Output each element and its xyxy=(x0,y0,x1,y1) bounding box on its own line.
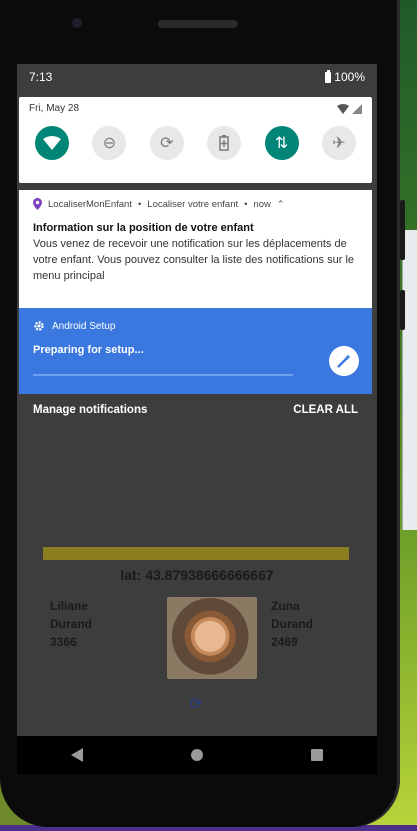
notification-title: Information sur la position de votre enf… xyxy=(33,222,254,234)
mobile-data-icon: ⇅ xyxy=(274,135,289,152)
phone-frame: 7:13 100% Fri, May 28 ⊖ ⟳ ⇅ ✈ LocaliserM… xyxy=(0,0,405,827)
gear-icon xyxy=(34,321,44,331)
do-not-disturb-icon: ⊖ xyxy=(102,135,117,152)
back-button-icon[interactable] xyxy=(71,748,83,762)
location-notification[interactable]: LocaliserMonEnfant • Localiser votre enf… xyxy=(19,190,372,308)
notification-subtitle: Localiser votre enfant xyxy=(147,198,239,210)
app-header-bar xyxy=(43,547,349,560)
status-time: 7:13 xyxy=(29,70,53,84)
mobile-data-tile[interactable]: ⇅ xyxy=(264,126,299,160)
notification-time: now xyxy=(253,198,271,210)
clear-all-button[interactable]: CLEAR ALL xyxy=(293,404,358,416)
airplane-icon: ✈ xyxy=(332,135,346,152)
app-content: lat: 43.87938666666667 Liliane Durand 33… xyxy=(17,544,377,736)
quick-settings-tiles: ⊖ ⟳ ⇅ ✈ xyxy=(19,114,372,160)
background-window-edge xyxy=(402,230,417,530)
setup-progress-bar xyxy=(33,374,293,376)
child-id: 2469 xyxy=(271,635,298,649)
notification-body: Vous venez de recevoir une notification … xyxy=(33,238,355,282)
setup-notification-header: Android Setup xyxy=(19,308,372,332)
quick-settings-panel: Fri, May 28 ⊖ ⟳ ⇅ ✈ xyxy=(19,97,372,183)
location-pin-icon xyxy=(33,198,42,210)
header-separator: • xyxy=(244,198,248,210)
battery-saver-icon xyxy=(219,135,229,151)
notification-shade-footer: Manage notifications CLEAR ALL xyxy=(19,404,372,416)
child-first-name: Zuna xyxy=(271,599,300,613)
latitude-label: lat: 43.87938666666667 xyxy=(120,567,274,583)
wifi-tile[interactable] xyxy=(35,126,69,160)
home-button-icon[interactable] xyxy=(191,749,203,761)
earpiece-speaker xyxy=(158,20,238,28)
child-first-name: Liliane xyxy=(50,599,89,613)
auto-rotate-tile[interactable]: ⟳ xyxy=(149,126,184,160)
magic-wand-icon[interactable] xyxy=(329,346,359,376)
status-bar: 7:13 100% xyxy=(17,64,377,90)
child-photo[interactable] xyxy=(167,597,257,679)
chevron-up-icon[interactable]: ⌃ xyxy=(277,199,285,210)
child-card-right[interactable]: Zuna Durand 2469 xyxy=(271,597,313,651)
notification-header: LocaliserMonEnfant • Localiser votre enf… xyxy=(19,190,372,210)
setup-notification-title: Preparing for setup... xyxy=(33,344,144,356)
battery-icon xyxy=(325,69,332,83)
wifi-icon xyxy=(43,136,61,150)
child-last-name: Durand xyxy=(271,617,313,631)
navigation-bar xyxy=(17,736,377,774)
notification-app-name: LocaliserMonEnfant xyxy=(48,198,132,210)
qs-date: Fri, May 28 xyxy=(29,103,80,114)
front-camera xyxy=(72,18,82,28)
child-id: 3366 xyxy=(50,635,77,649)
child-last-name: Durand xyxy=(50,617,92,631)
setup-app-name: Android Setup xyxy=(52,320,116,332)
phone-screen: 7:13 100% Fri, May 28 ⊖ ⟳ ⇅ ✈ LocaliserM… xyxy=(17,64,377,736)
child-card-left[interactable]: Liliane Durand 3366 xyxy=(50,597,92,651)
power-button xyxy=(400,290,405,330)
battery-saver-tile[interactable] xyxy=(207,126,242,160)
header-separator: • xyxy=(137,198,142,210)
signal-indicators xyxy=(337,103,362,114)
recents-button-icon[interactable] xyxy=(311,749,323,761)
airplane-mode-tile[interactable]: ✈ xyxy=(321,126,356,160)
cell-signal-icon xyxy=(352,103,362,114)
wifi-signal-icon xyxy=(337,103,349,114)
refresh-icon[interactable]: ⟳ xyxy=(187,694,205,713)
battery-indicator: 100% xyxy=(325,69,365,84)
manage-notifications-button[interactable]: Manage notifications xyxy=(33,404,147,416)
dnd-tile[interactable]: ⊖ xyxy=(92,126,127,160)
android-setup-notification[interactable]: Android Setup Preparing for setup... xyxy=(19,308,372,394)
wand-icon xyxy=(337,354,351,368)
battery-percent: 100% xyxy=(334,70,365,84)
rotate-icon: ⟳ xyxy=(160,135,174,152)
volume-button xyxy=(400,200,405,260)
